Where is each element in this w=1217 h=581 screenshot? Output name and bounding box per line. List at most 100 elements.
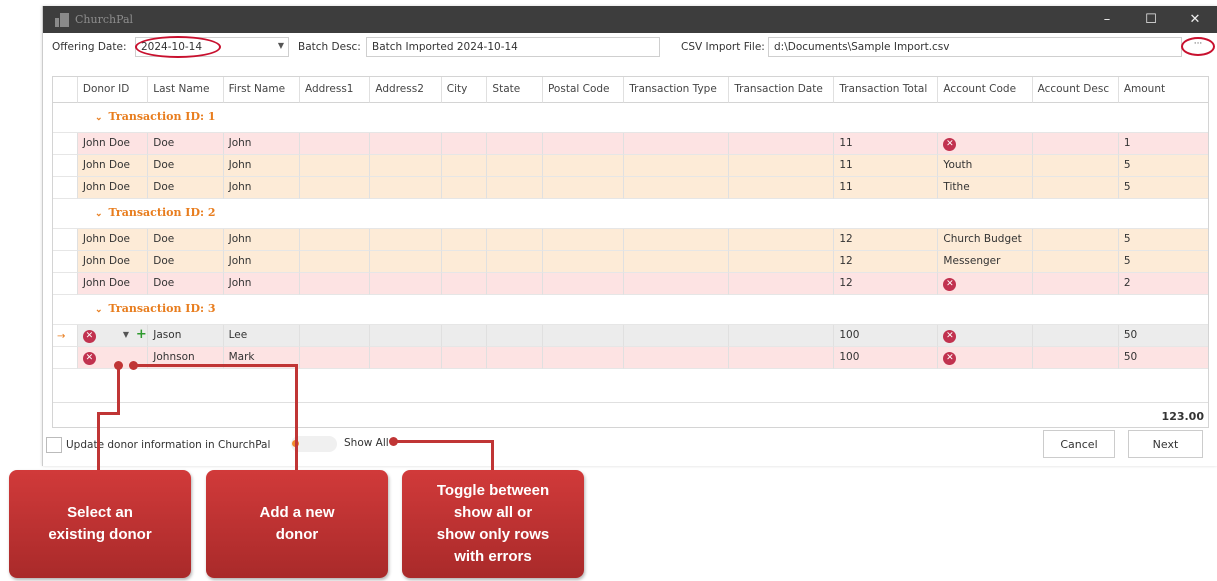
table-cell[interactable]	[370, 347, 442, 369]
table-cell[interactable]: Church Budget	[938, 229, 1033, 251]
table-cell[interactable]	[542, 251, 625, 273]
maximize-button[interactable]: ☐	[1129, 6, 1173, 33]
table-cell[interactable]: 12	[834, 273, 939, 295]
column-header[interactable]: Account Code	[938, 77, 1033, 103]
table-cell[interactable]: John Doe	[77, 155, 149, 177]
table-cell[interactable]: Lee	[223, 325, 300, 347]
table-cell[interactable]: 50	[1118, 347, 1208, 369]
table-cell[interactable]	[542, 155, 625, 177]
table-cell[interactable]	[487, 251, 543, 273]
table-cell[interactable]	[487, 273, 543, 295]
table-cell[interactable]	[370, 229, 442, 251]
table-cell[interactable]	[1032, 273, 1119, 295]
table-cell[interactable]: 2	[1118, 273, 1208, 295]
table-cell[interactable]	[729, 325, 835, 347]
table-cell[interactable]	[370, 133, 442, 155]
table-cell[interactable]	[441, 177, 488, 199]
column-header[interactable]: Last Name	[148, 77, 224, 103]
cancel-button[interactable]: Cancel	[1043, 430, 1115, 458]
table-cell[interactable]	[542, 325, 625, 347]
table-cell[interactable]: 11	[834, 133, 939, 155]
table-cell[interactable]	[441, 229, 488, 251]
table-cell[interactable]	[299, 133, 371, 155]
table-cell[interactable]: ✕ ▼ +	[77, 325, 149, 347]
add-donor-plus-icon[interactable]: +	[136, 327, 147, 342]
table-cell[interactable]: ✕	[938, 133, 1033, 155]
batch-desc-input[interactable]: Batch Imported 2024-10-14	[366, 37, 660, 57]
table-cell[interactable]: 50	[1118, 325, 1208, 347]
table-cell[interactable]	[487, 347, 543, 369]
table-cell[interactable]: John	[223, 177, 300, 199]
close-button[interactable]: ✕	[1173, 6, 1217, 33]
table-row[interactable]: John Doe Doe John 12 ✕ 2	[53, 273, 1208, 295]
table-cell[interactable]: 12	[834, 251, 939, 273]
column-header[interactable]: Donor ID	[77, 77, 149, 103]
table-cell[interactable]	[487, 155, 543, 177]
table-cell[interactable]	[624, 177, 730, 199]
table-cell[interactable]	[53, 229, 78, 251]
table-row[interactable]: John Doe Doe John 11 Youth 5	[53, 155, 1208, 177]
column-header[interactable]: First Name	[223, 77, 300, 103]
table-cell[interactable]	[299, 229, 371, 251]
table-cell[interactable]	[487, 133, 543, 155]
table-cell[interactable]	[299, 325, 371, 347]
table-cell[interactable]: Doe	[148, 229, 224, 251]
table-cell[interactable]	[53, 273, 78, 295]
table-cell[interactable]	[441, 155, 488, 177]
table-cell[interactable]	[1032, 347, 1119, 369]
table-cell[interactable]	[441, 251, 488, 273]
table-cell[interactable]	[53, 177, 78, 199]
chevron-down-icon[interactable]: ⌄	[95, 113, 103, 123]
table-cell[interactable]: 5	[1118, 177, 1208, 199]
table-cell[interactable]	[53, 133, 78, 155]
table-cell[interactable]: Doe	[148, 133, 224, 155]
table-cell[interactable]	[1032, 177, 1119, 199]
table-cell[interactable]	[441, 325, 488, 347]
table-cell[interactable]	[729, 229, 835, 251]
table-cell[interactable]: John Doe	[77, 229, 149, 251]
table-cell[interactable]: 100	[834, 347, 939, 369]
table-cell[interactable]: 11	[834, 177, 939, 199]
update-donor-checkbox[interactable]	[46, 437, 62, 453]
table-cell[interactable]	[441, 133, 488, 155]
table-cell[interactable]	[729, 155, 835, 177]
table-cell[interactable]: Tithe	[938, 177, 1033, 199]
minimize-button[interactable]: –	[1085, 6, 1129, 33]
table-cell[interactable]	[370, 251, 442, 273]
table-cell[interactable]: 5	[1118, 251, 1208, 273]
table-cell[interactable]	[1032, 155, 1119, 177]
table-cell[interactable]	[53, 155, 78, 177]
column-header[interactable]: Postal Code	[542, 77, 625, 103]
table-cell[interactable]	[624, 155, 730, 177]
table-cell[interactable]	[299, 177, 371, 199]
table-cell[interactable]	[729, 177, 835, 199]
table-cell[interactable]	[729, 347, 835, 369]
table-cell[interactable]	[370, 273, 442, 295]
column-header[interactable]: Address2	[370, 77, 442, 103]
chevron-down-icon[interactable]: ⌄	[95, 209, 103, 219]
table-cell[interactable]	[299, 251, 371, 273]
table-cell[interactable]	[299, 347, 371, 369]
table-cell[interactable]	[729, 251, 835, 273]
table-cell[interactable]	[624, 347, 730, 369]
table-row[interactable]: John Doe Doe John 12 Church Budget 5	[53, 229, 1208, 251]
table-cell[interactable]	[624, 325, 730, 347]
table-row[interactable]: → ✕ ▼ + Jason Lee 100 ✕ 50	[53, 325, 1208, 347]
table-cell[interactable]: John	[223, 133, 300, 155]
table-cell[interactable]: John	[223, 273, 300, 295]
select-donor-dropdown-icon[interactable]: ▼	[123, 330, 129, 339]
table-row[interactable]: John Doe Doe John 12 Messenger 5	[53, 251, 1208, 273]
table-cell[interactable]	[441, 347, 488, 369]
table-cell[interactable]	[542, 177, 625, 199]
table-cell[interactable]	[1032, 325, 1119, 347]
table-cell[interactable]	[53, 347, 78, 369]
table-cell[interactable]: Jason	[148, 325, 224, 347]
column-header[interactable]: State	[487, 77, 543, 103]
column-header[interactable]: Transaction Total	[834, 77, 939, 103]
column-header[interactable]: City	[441, 77, 488, 103]
column-header[interactable]: Address1	[299, 77, 371, 103]
group-row[interactable]: ⌄ Transaction ID: 1	[53, 103, 1208, 133]
column-header[interactable]: Amount	[1118, 77, 1208, 103]
table-cell[interactable]: ✕	[938, 325, 1033, 347]
table-cell[interactable]	[441, 273, 488, 295]
